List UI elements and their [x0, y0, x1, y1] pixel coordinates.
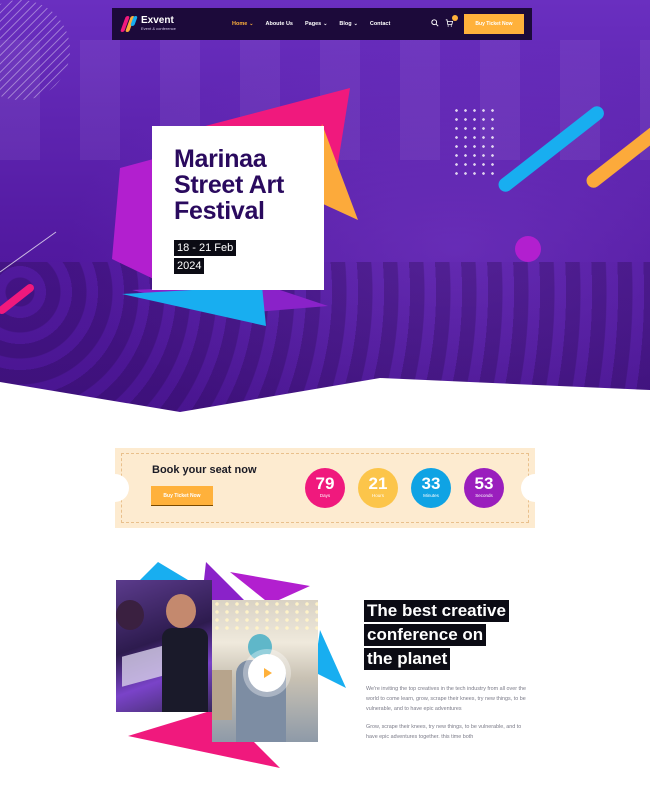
- brand-name: Exvent: [141, 15, 174, 26]
- menu-label: Pages: [304, 21, 322, 27]
- event-title-line: Festival: [174, 197, 265, 225]
- countdown-value: 33: [421, 474, 441, 493]
- ticket-notch-left: [101, 474, 129, 502]
- buy-ticket-button[interactable]: Buy Ticket Now: [464, 14, 524, 34]
- countdown-title: Book your seat now: [152, 464, 257, 476]
- countdown-label: Minutes: [423, 493, 439, 498]
- cart-icon[interactable]: [444, 15, 458, 29]
- chevron-down-icon: ⌄: [249, 21, 254, 27]
- page: Exvent Event & conference Home ⌄ Aboute …: [0, 0, 650, 800]
- countdown-value: 53: [474, 474, 494, 493]
- menu-item-pages[interactable]: Pages ⌄: [305, 21, 327, 27]
- menu-item-blog[interactable]: Blog ⌄: [339, 21, 357, 27]
- feature-headline-line: The best creative: [364, 600, 509, 622]
- hero-section: Exvent Event & conference Home ⌄ Aboute …: [0, 0, 650, 412]
- event-title-line: Street Art: [174, 171, 284, 199]
- event-title-card: Marinaa Street Art Festival 18 - 21 Feb …: [152, 126, 324, 290]
- chevron-down-icon: ⌄: [323, 21, 328, 27]
- main-menu: Home ⌄ Aboute Us Pages ⌄ Blog ⌄ Contact: [232, 21, 390, 27]
- play-icon: [264, 668, 272, 678]
- menu-label: Aboute Us: [265, 21, 293, 27]
- feature-paragraph-2: Grow, scrape their knees, try new things…: [366, 724, 522, 740]
- brand-logo[interactable]: Exvent Event & conference: [120, 15, 232, 33]
- feature-headline-line: the planet: [364, 648, 451, 670]
- left-accent-lines: [0, 231, 57, 314]
- ticket-notch-right: [521, 474, 549, 502]
- event-year: 2024: [174, 258, 205, 274]
- dot-grid: [452, 106, 498, 178]
- top-navbar: Exvent Event & conference Home ⌄ Aboute …: [112, 8, 532, 40]
- countdown-label: Hours: [371, 493, 384, 498]
- event-title-line: Marinaa: [174, 145, 267, 173]
- event-date-range: 18 - 21 Feb: [174, 240, 237, 256]
- countdown-buy-ticket-button[interactable]: Buy Ticket Now: [151, 486, 213, 506]
- menu-label: Home: [232, 21, 248, 27]
- menu-item-home[interactable]: Home ⌄: [232, 21, 253, 27]
- feature-headline: The best creative conference on the plan…: [364, 600, 564, 672]
- countdown-hours: 21 Hours: [358, 468, 398, 508]
- countdown-value: 79: [315, 474, 335, 493]
- brand-tagline: Event & conference: [141, 26, 176, 31]
- feature-headline-line: conference on: [364, 624, 487, 646]
- search-icon[interactable]: [430, 19, 440, 29]
- countdown-label: Seconds: [475, 493, 493, 498]
- menu-item-contact[interactable]: Contact: [370, 21, 390, 27]
- countdown-minutes: 33 Minutes: [411, 468, 451, 508]
- event-title: Marinaa Street Art Festival: [174, 146, 324, 224]
- logo-mark-icon: [120, 15, 138, 33]
- countdown-value: 21: [368, 474, 388, 493]
- countdown-seconds: 53 Seconds: [464, 468, 504, 508]
- countdown-days: 79 Days: [305, 468, 345, 508]
- hero-bottom-wave: [0, 378, 650, 416]
- feature-paragraph-1: We're inviting the top creatives in the …: [366, 686, 527, 712]
- countdown-ticket: Book your seat now Buy Ticket Now 79 Day…: [101, 448, 549, 528]
- menu-item-about[interactable]: Aboute Us: [265, 21, 293, 27]
- menu-label: Contact: [369, 21, 391, 27]
- menu-label: Blog: [339, 21, 352, 27]
- nav-icons: [430, 15, 458, 29]
- attendees-laptop-photo: [116, 580, 212, 712]
- event-dates: 18 - 21 Feb 2024: [174, 238, 324, 274]
- chevron-down-icon: ⌄: [353, 21, 358, 27]
- cart-badge: [452, 15, 458, 21]
- countdown-label: Days: [319, 493, 331, 498]
- magenta-dot-accent: [515, 236, 541, 262]
- play-video-button[interactable]: [248, 654, 286, 692]
